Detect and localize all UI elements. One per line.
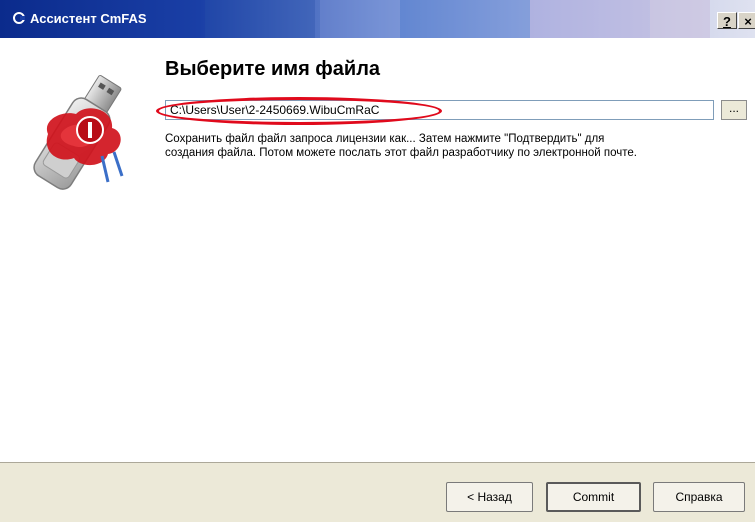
- wizard-window: Ассистент CmFAS ? × Выберите имя файла C…: [0, 0, 755, 522]
- close-button[interactable]: ×: [738, 12, 755, 29]
- title-bar-band: [400, 0, 530, 38]
- window-title: Ассистент CmFAS: [30, 11, 147, 26]
- title-bar-band: [650, 0, 710, 38]
- commit-button[interactable]: Commit: [546, 482, 641, 512]
- title-bar-band: [320, 0, 400, 38]
- instruction-line: создания файла. Потом можете послать это…: [165, 147, 637, 159]
- title-bar[interactable]: Ассистент CmFAS ? ×: [0, 0, 755, 38]
- file-path-input[interactable]: C:\Users\User\2-2450669.WibuCmRaC: [165, 100, 714, 120]
- title-bar-band: [205, 0, 315, 38]
- page-title: Выберите имя файла: [165, 58, 381, 80]
- browse-button[interactable]: ...: [721, 100, 747, 120]
- usb-dongle-icon: [18, 72, 148, 192]
- instruction-line: Сохранить файл файл запроса лицензии как…: [165, 133, 605, 145]
- help-title-button[interactable]: ?: [717, 12, 737, 29]
- title-bar-band: [530, 0, 650, 38]
- back-button[interactable]: < Назад: [446, 482, 533, 512]
- button-bar: < Назад Commit Справка: [0, 462, 755, 522]
- app-icon: [12, 11, 26, 25]
- instruction-text: Сохранить файл файл запроса лицензии как…: [165, 132, 750, 160]
- help-button[interactable]: Справка: [653, 482, 745, 512]
